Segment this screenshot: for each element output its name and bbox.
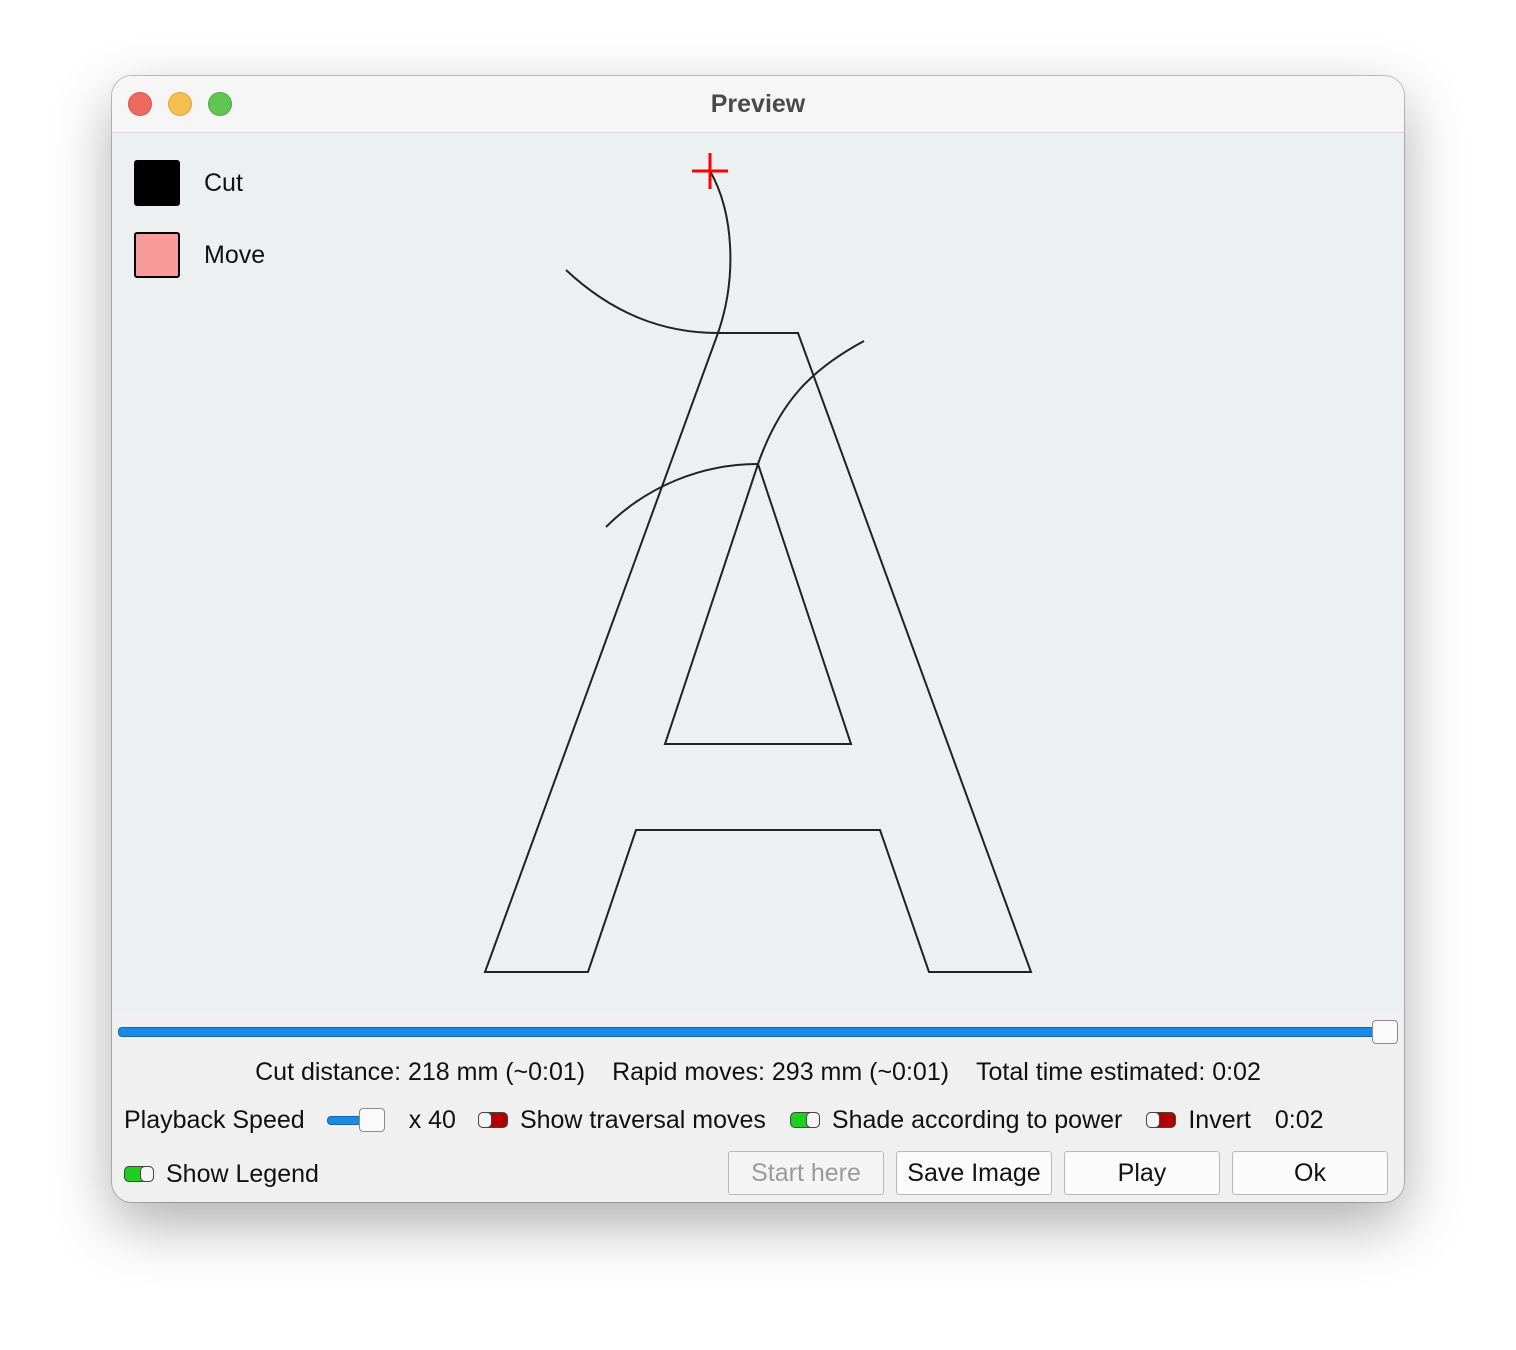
play-button[interactable]: Play [1064, 1151, 1220, 1195]
show-traversal-toggle[interactable] [477, 1112, 508, 1128]
playback-position-slider[interactable] [118, 1020, 1398, 1044]
bottom-bar: Show Legend Start here Save Image Play O… [124, 1150, 1394, 1198]
lead-arc-left [605, 463, 759, 528]
cut-distance-text: Cut distance: 218 mm (~0:01) [255, 1058, 586, 1086]
legend-label-cut: Cut [204, 168, 243, 197]
show-legend-label: Show Legend [166, 1159, 319, 1188]
speed-slider-handle[interactable] [358, 1108, 385, 1132]
total-time-text: Total time estimated: 0:02 [976, 1058, 1261, 1086]
show-legend-toggle[interactable] [124, 1166, 154, 1182]
lead-arc-top-left [565, 269, 719, 334]
invert-label: Invert [1188, 1105, 1251, 1134]
legend-item-cut: Cut [134, 158, 243, 208]
save-image-button[interactable]: Save Image [896, 1151, 1052, 1195]
playback-speed-slider[interactable] [326, 1108, 387, 1132]
title-bar: Preview [112, 76, 1404, 133]
elapsed-time: 0:02 [1274, 1105, 1324, 1134]
lead-arc-right [757, 340, 865, 465]
letter-a-outer-path [483, 332, 1033, 973]
shade-power-toggle[interactable] [789, 1112, 820, 1128]
lead-arc-top [709, 170, 732, 334]
toggle-knob [140, 1166, 154, 1182]
legend-swatch-cut [134, 160, 180, 206]
legend-item-move: Move [134, 230, 265, 280]
legend-label-move: Move [204, 240, 266, 269]
window-title: Preview [710, 90, 806, 118]
preview-canvas[interactable]: Cut Move [112, 133, 1404, 1013]
show-traversal-label: Show traversal moves [519, 1105, 766, 1134]
rapid-moves-text: Rapid moves: 293 mm (~0:01) [612, 1058, 950, 1086]
ok-button[interactable]: Ok [1232, 1151, 1388, 1195]
invert-toggle[interactable] [1146, 1112, 1177, 1128]
toggle-knob [1146, 1112, 1161, 1128]
start-here-button[interactable]: Start here [728, 1151, 884, 1195]
legend-swatch-move [134, 232, 180, 278]
playback-slider-handle[interactable] [1372, 1020, 1398, 1044]
shade-power-label: Shade according to power [831, 1105, 1123, 1134]
toggle-knob [477, 1112, 492, 1128]
letter-a-inner-path [663, 460, 853, 745]
toggle-knob [805, 1112, 820, 1128]
show-legend-control: Show Legend [124, 1150, 319, 1198]
playback-slider-track[interactable] [118, 1027, 1386, 1037]
toolpath-drawing [483, 153, 1033, 973]
job-statistics: Cut distance: 218 mm (~0:01) Rapid moves… [112, 1052, 1404, 1092]
head-position-cursor [692, 153, 728, 189]
playback-controls: Playback Speed x 40 Show traversal moves… [124, 1100, 1394, 1140]
playback-speed-label: Playback Speed [124, 1105, 305, 1134]
preview-window: Preview Cut Move Cut distance: 218 mm (~… [112, 76, 1404, 1202]
playback-speed-value: x 40 [408, 1105, 456, 1134]
